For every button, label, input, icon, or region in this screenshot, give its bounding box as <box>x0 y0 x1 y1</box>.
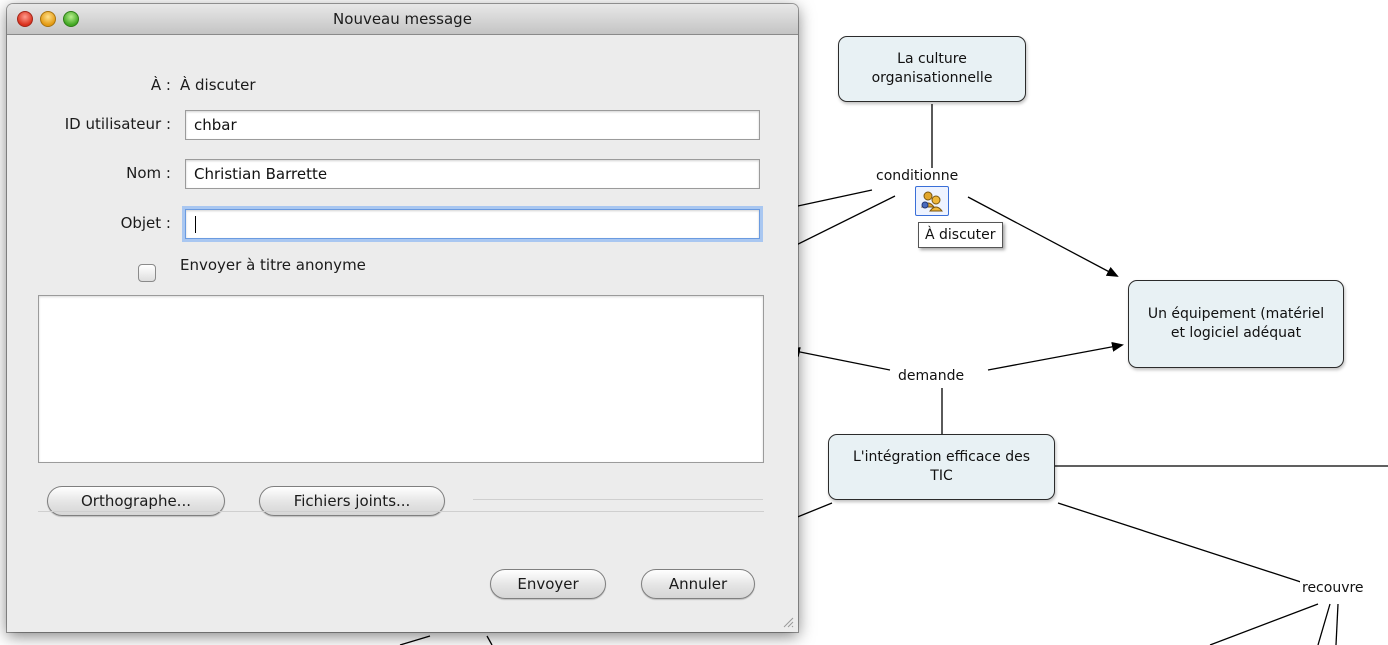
concept-culture-organisationnelle[interactable]: La culture organisationnelle <box>838 36 1026 102</box>
anonymous-checkbox[interactable] <box>138 264 156 282</box>
toolbar-divider <box>473 499 763 500</box>
name-label: Nom : <box>126 164 171 182</box>
resize-grip-icon[interactable] <box>782 616 794 628</box>
link-label-demande[interactable]: demande <box>896 368 967 384</box>
discussion-people-icon[interactable] <box>915 186 949 216</box>
concept-equipement[interactable]: Un équipement (matériel et logiciel adéq… <box>1128 280 1344 368</box>
section-divider <box>38 511 764 512</box>
concept-label: La culture organisationnelle <box>871 51 993 86</box>
tooltip: À discuter <box>918 222 1003 248</box>
window-title: Nouveau message <box>333 10 472 28</box>
message-body-textarea[interactable] <box>38 295 764 463</box>
user-id-field[interactable]: chbar <box>185 110 760 140</box>
link-label-recouvre[interactable]: recouvre <box>1300 580 1366 596</box>
title-bar[interactable]: Nouveau message <box>7 4 798 35</box>
subject-label: Objet : <box>120 214 171 232</box>
send-button[interactable]: Envoyer <box>490 569 606 599</box>
user-id-label: ID utilisateur : <box>64 115 171 133</box>
text-caret <box>195 216 196 233</box>
concept-integration-tic[interactable]: L'intégration efficace des TIC <box>828 434 1055 500</box>
link-label-conditionne[interactable]: conditionne <box>874 168 961 184</box>
concept-label: L'intégration efficace des TIC <box>853 449 1030 484</box>
subject-field[interactable] <box>185 209 760 239</box>
anonymous-label[interactable]: Envoyer à titre anonyme <box>180 256 366 274</box>
concept-label: Un équipement (matériel et logiciel adéq… <box>1147 306 1325 341</box>
to-label: À : <box>150 76 171 94</box>
name-field[interactable]: Christian Barrette <box>185 159 760 189</box>
to-value: À discuter <box>180 76 256 94</box>
new-message-dialog: Nouveau message À : À discuter ID utilis… <box>7 4 798 632</box>
cancel-button[interactable]: Annuler <box>641 569 755 599</box>
